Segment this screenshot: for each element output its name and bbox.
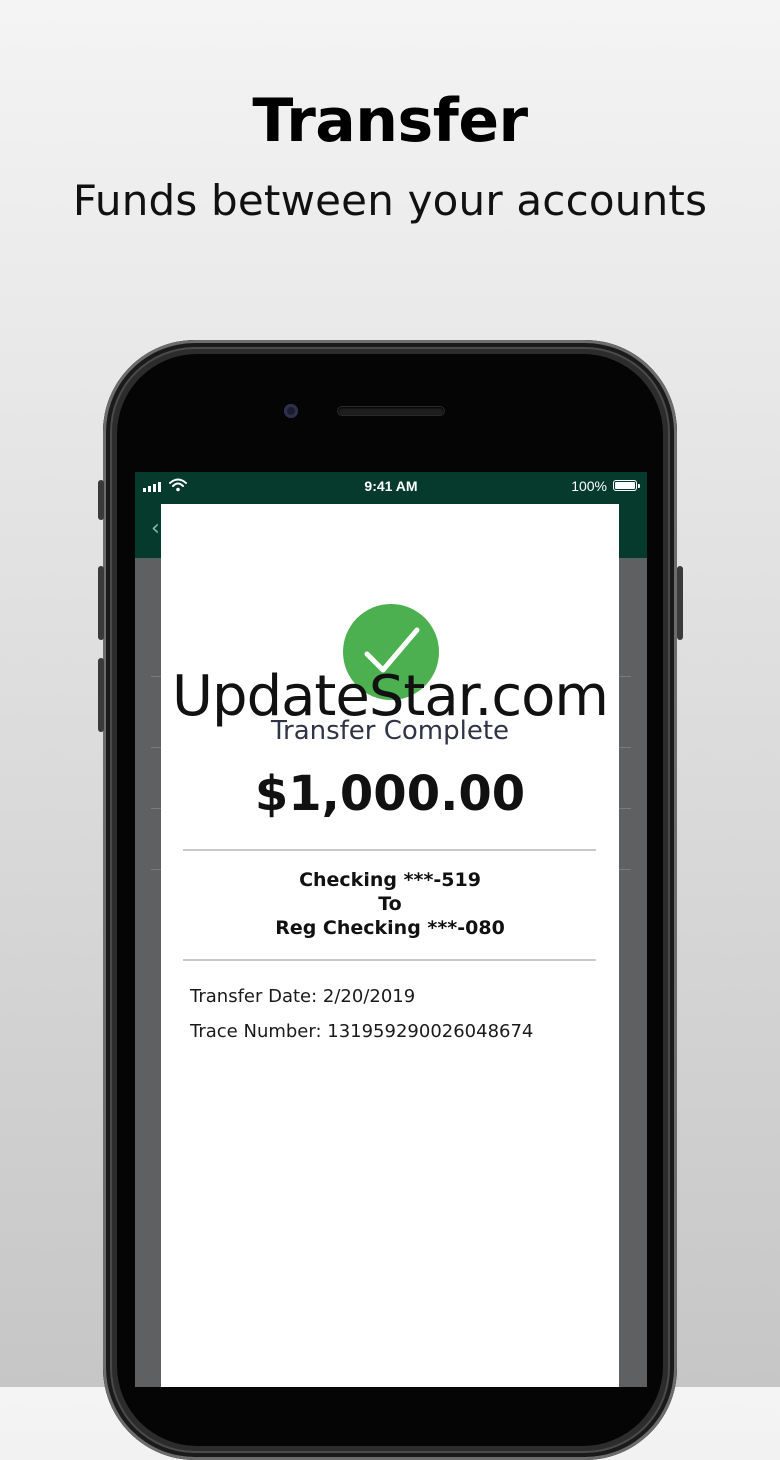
transfer-complete-title: Transfer Complete (270, 716, 510, 746)
battery-icon (613, 480, 640, 491)
phone-power-button (677, 566, 683, 640)
phone-mute-switch (98, 480, 104, 520)
to-account: Reg Checking ***-080 (275, 917, 505, 939)
promo-subheadline: Funds between your accounts (72, 176, 708, 225)
divider (183, 959, 596, 961)
to-label: To (378, 893, 402, 915)
transfer-amount: $1,000.00 (254, 766, 526, 822)
earpiece-speaker (338, 407, 444, 415)
transfer-date: Transfer Date: 2/20/2019 (190, 986, 416, 1007)
promo-headline: Transfer (252, 86, 528, 156)
status-bar: 9:41 AM 100% (135, 472, 647, 502)
front-camera (284, 404, 298, 418)
trace-number: Trace Number: 131959290026048674 (190, 1021, 534, 1042)
back-chevron-icon[interactable]: ‹ (151, 516, 160, 541)
from-account: Checking ***-519 (299, 869, 481, 891)
status-time: 9:41 AM (364, 478, 418, 494)
phone-volume-up (98, 566, 104, 640)
battery-percent: 100% (571, 478, 607, 494)
phone-volume-down (98, 658, 104, 732)
divider (183, 849, 596, 851)
